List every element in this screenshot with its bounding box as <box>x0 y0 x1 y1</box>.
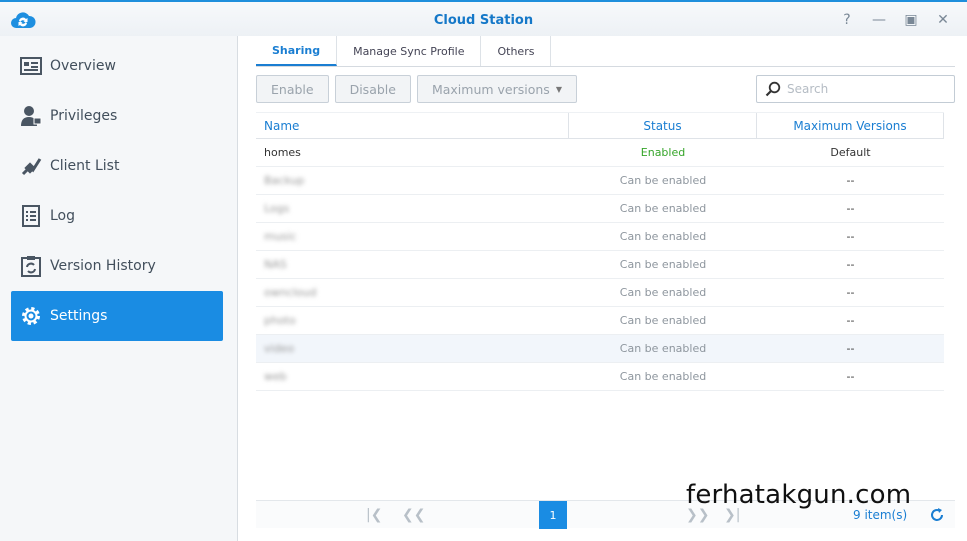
table-row[interactable]: Logs Can be enabled -- <box>256 195 944 223</box>
cell-max-versions: -- <box>846 174 855 187</box>
sidebar-item-label: Privileges <box>50 108 118 124</box>
cell-max-versions: -- <box>846 286 855 299</box>
maximum-versions-label: Maximum versions <box>431 81 550 97</box>
table-row[interactable]: homes Enabled Default <box>256 139 944 167</box>
tab-bar: Sharing Manage Sync Profile Others <box>256 36 955 67</box>
cell-name: owncloud <box>264 286 317 299</box>
cell-name: Backup <box>264 174 305 187</box>
table-row[interactable]: NAS Can be enabled -- <box>256 251 944 279</box>
client-list-icon <box>21 158 42 176</box>
refresh-icon[interactable] <box>929 507 945 523</box>
cell-status: Can be enabled <box>619 202 707 215</box>
cell-name: Logs <box>264 202 290 215</box>
title-bar: Cloud Station ? — ▣ ✕ <box>0 0 967 36</box>
cell-status: Can be enabled <box>619 314 707 327</box>
sidebar-item-privileges[interactable]: Privileges <box>11 91 223 141</box>
cell-name: NAS <box>264 258 287 271</box>
sidebar-item-label: Version History <box>50 258 156 274</box>
table-row[interactable]: Backup Can be enabled -- <box>256 167 944 195</box>
current-page-button[interactable]: 1 <box>539 501 567 529</box>
search-icon <box>765 81 781 97</box>
sidebar-item-log[interactable]: Log <box>11 191 223 241</box>
first-page-icon[interactable]: |❮ <box>366 507 382 523</box>
settings-icon <box>22 307 40 325</box>
cell-status: Can be enabled <box>619 286 707 299</box>
maximize-icon[interactable]: ▣ <box>901 10 921 30</box>
tab-manage-sync-profile[interactable]: Manage Sync Profile <box>337 36 482 66</box>
sidebar-item-label: Log <box>50 208 76 224</box>
table-row[interactable]: web Can be enabled -- <box>256 363 944 391</box>
toolbar: Enable Disable Maximum versions ▼ <box>256 75 577 103</box>
table-row[interactable]: owncloud Can be enabled -- <box>256 279 944 307</box>
cell-max-versions: -- <box>846 258 855 271</box>
column-header-max-versions[interactable]: Maximum Versions <box>757 113 944 138</box>
item-count: 9 item(s) <box>853 508 908 522</box>
previous-page-icon[interactable]: ❮❮ <box>402 507 425 523</box>
sidebar-item-label: Overview <box>50 58 116 74</box>
sidebar: Overview Privileges Client List Log Vers… <box>0 36 238 541</box>
window-title: Cloud Station <box>433 13 534 28</box>
sidebar-item-settings[interactable]: Settings <box>11 291 223 341</box>
sharing-table: Name Status Maximum Versions homes Enabl… <box>256 112 944 391</box>
chevron-down-icon: ▼ <box>555 84 562 94</box>
cell-status: Can be enabled <box>619 230 707 243</box>
tab-others[interactable]: Others <box>481 36 552 66</box>
log-icon <box>22 205 40 227</box>
cell-max-versions: Default <box>830 146 871 159</box>
search-input[interactable] <box>787 82 947 96</box>
cell-name: web <box>264 370 287 383</box>
cell-max-versions: -- <box>846 370 855 383</box>
overview-icon <box>20 57 42 75</box>
table-row[interactable]: photo Can be enabled -- <box>256 307 944 335</box>
sidebar-item-client-list[interactable]: Client List <box>11 141 223 191</box>
cell-name: music <box>264 230 297 243</box>
cell-name: video <box>264 342 295 355</box>
cell-max-versions: -- <box>846 342 855 355</box>
cell-status: Can be enabled <box>619 174 707 187</box>
watermark-text: ferhatakgun.com <box>686 480 912 510</box>
cell-status: Can be enabled <box>619 370 707 383</box>
maximum-versions-dropdown[interactable]: Maximum versions ▼ <box>416 75 577 103</box>
column-header-name[interactable]: Name <box>256 113 569 138</box>
cell-max-versions: -- <box>846 314 855 327</box>
cell-name: photo <box>264 314 296 327</box>
table-row[interactable]: video Can be enabled -- <box>256 335 944 363</box>
cell-max-versions: -- <box>846 230 855 243</box>
privileges-icon <box>21 106 42 126</box>
version-history-icon <box>21 256 41 277</box>
search-box[interactable] <box>756 75 955 103</box>
table-row[interactable]: music Can be enabled -- <box>256 223 944 251</box>
cell-status: Can be enabled <box>619 258 707 271</box>
cell-max-versions: -- <box>846 202 855 215</box>
close-icon[interactable]: ✕ <box>933 10 953 30</box>
column-header-status[interactable]: Status <box>569 113 757 138</box>
cell-status: Enabled <box>640 146 686 159</box>
sidebar-item-version-history[interactable]: Version History <box>11 241 223 291</box>
cell-status: Can be enabled <box>619 342 707 355</box>
sidebar-item-overview[interactable]: Overview <box>11 41 223 91</box>
sidebar-item-label: Client List <box>50 158 120 174</box>
sidebar-item-label: Settings <box>50 308 108 324</box>
cell-name: homes <box>264 146 301 159</box>
table-header: Name Status Maximum Versions <box>256 112 944 139</box>
minimize-icon[interactable]: — <box>869 10 889 30</box>
disable-button[interactable]: Disable <box>334 75 411 103</box>
enable-button[interactable]: Enable <box>256 75 329 103</box>
help-icon[interactable]: ? <box>837 10 857 30</box>
tab-sharing[interactable]: Sharing <box>256 36 338 66</box>
